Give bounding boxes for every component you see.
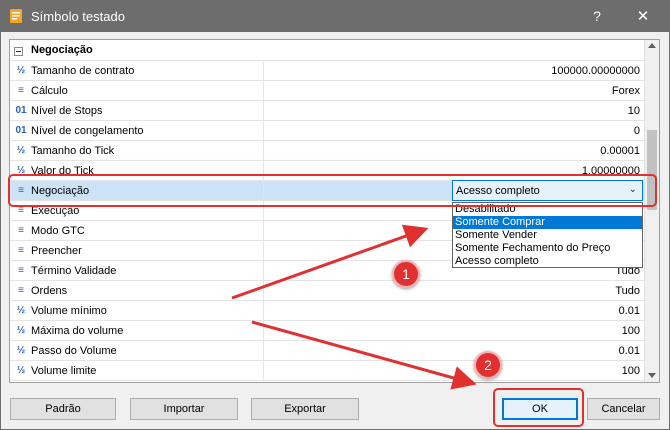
list-icon: ≡	[18, 285, 24, 296]
table-row[interactable]: ½ Volume limite 100	[10, 361, 644, 381]
table-row[interactable]: ½ Volume mínimo 0.01	[10, 301, 644, 321]
window-title: Símbolo testado	[31, 9, 125, 24]
table-row[interactable]: 01 Nível de congelamento 0	[10, 121, 644, 141]
dropdown-option[interactable]: Acesso completo	[453, 255, 642, 268]
export-button[interactable]: Exportar	[251, 398, 359, 420]
property-name: Modo GTC	[31, 225, 85, 237]
column-divider	[263, 241, 264, 261]
property-value[interactable]: 0.01	[619, 345, 640, 357]
section-header[interactable]: Negociação	[10, 40, 644, 61]
close-button[interactable]: ✕	[630, 3, 656, 29]
fraction-icon: ½	[16, 305, 26, 316]
cancel-button[interactable]: Cancelar	[587, 398, 660, 420]
table-row[interactable]: ½ Tamanho do Tick 0.00001	[10, 141, 644, 161]
property-value[interactable]: 0.01	[619, 305, 640, 317]
property-name: Nível de congelamento	[31, 125, 144, 137]
fraction-icon: ½	[16, 65, 26, 76]
list-icon: ≡	[18, 85, 24, 96]
dropdown-option[interactable]: Somente Comprar	[453, 216, 642, 229]
column-divider	[263, 141, 264, 161]
list-icon: ≡	[18, 225, 24, 236]
table-row[interactable]: ½ Máxima do volume 100	[10, 321, 644, 341]
property-name: Cálculo	[31, 85, 68, 97]
column-divider	[263, 61, 264, 81]
dropdown-options-list: Desabilitado Somente Comprar Somente Vende…	[452, 202, 643, 268]
table-row[interactable]: ½ Tamanho de contrato 100000.00000000	[10, 61, 644, 81]
table-row[interactable]: ≡ Cálculo Forex	[10, 81, 644, 101]
section-title: Negociação	[31, 44, 93, 56]
integer-icon: 01	[15, 125, 27, 136]
vertical-scrollbar[interactable]	[644, 40, 659, 382]
column-divider	[263, 341, 264, 361]
column-divider	[263, 81, 264, 101]
ok-button[interactable]: OK	[502, 398, 578, 420]
column-divider	[263, 361, 264, 381]
property-value[interactable]: 0.00001	[600, 145, 640, 157]
property-name: Preencher	[31, 245, 82, 257]
column-divider	[263, 261, 264, 281]
property-value[interactable]: 100	[622, 325, 640, 337]
highlight-frame-row	[8, 174, 657, 207]
default-button[interactable]: Padrão	[10, 398, 116, 420]
property-name: Máxima do volume	[31, 325, 124, 337]
app-icon	[10, 9, 22, 23]
list-icon: ≡	[18, 265, 24, 276]
property-value[interactable]: Forex	[612, 85, 640, 97]
fraction-icon: ½	[16, 145, 26, 156]
column-divider	[263, 321, 264, 341]
fraction-icon: ½	[16, 365, 26, 376]
dropdown-option[interactable]: Somente Fechamento do Preço	[453, 242, 642, 255]
dropdown-option[interactable]: Somente Vender	[453, 229, 642, 242]
property-name: Ordens	[31, 285, 68, 297]
fraction-icon: ½	[16, 345, 26, 356]
property-name: Nível de Stops	[31, 105, 103, 117]
property-value[interactable]: 0	[634, 125, 640, 137]
collapse-toggle-icon[interactable]	[14, 47, 23, 56]
list-icon: ≡	[18, 245, 24, 256]
property-name: Tamanho de contrato	[31, 65, 135, 77]
property-name: Passo do Volume	[31, 345, 117, 357]
table-row[interactable]: ½ Passo do Volume 0.01	[10, 341, 644, 361]
import-button[interactable]: Importar	[130, 398, 238, 420]
fraction-icon: ½	[16, 325, 26, 336]
table-row[interactable]: ≡ Ordens Tudo	[10, 281, 644, 301]
property-value[interactable]: 10	[628, 105, 640, 117]
column-divider	[263, 221, 264, 241]
column-divider	[263, 101, 264, 121]
column-divider	[263, 281, 264, 301]
scroll-up-icon[interactable]	[648, 43, 656, 48]
scroll-down-icon[interactable]	[648, 373, 656, 378]
property-name: Volume limite	[31, 365, 97, 377]
property-name: Tamanho do Tick	[31, 145, 115, 157]
window-titlebar: Símbolo testado ? ✕	[0, 0, 670, 32]
step-badge-2: 2	[474, 351, 502, 379]
step-badge-1: 1	[392, 260, 420, 288]
column-divider	[263, 121, 264, 141]
property-value[interactable]: Tudo	[615, 285, 640, 297]
property-name: Volume mínimo	[31, 305, 107, 317]
property-value[interactable]: 100000.00000000	[551, 65, 640, 77]
column-divider	[263, 301, 264, 321]
property-name: Término Validade	[31, 265, 117, 277]
help-button[interactable]: ?	[584, 3, 610, 29]
table-row[interactable]: 01 Nível de Stops 10	[10, 101, 644, 121]
integer-icon: 01	[15, 105, 27, 116]
property-value[interactable]: 100	[622, 365, 640, 377]
